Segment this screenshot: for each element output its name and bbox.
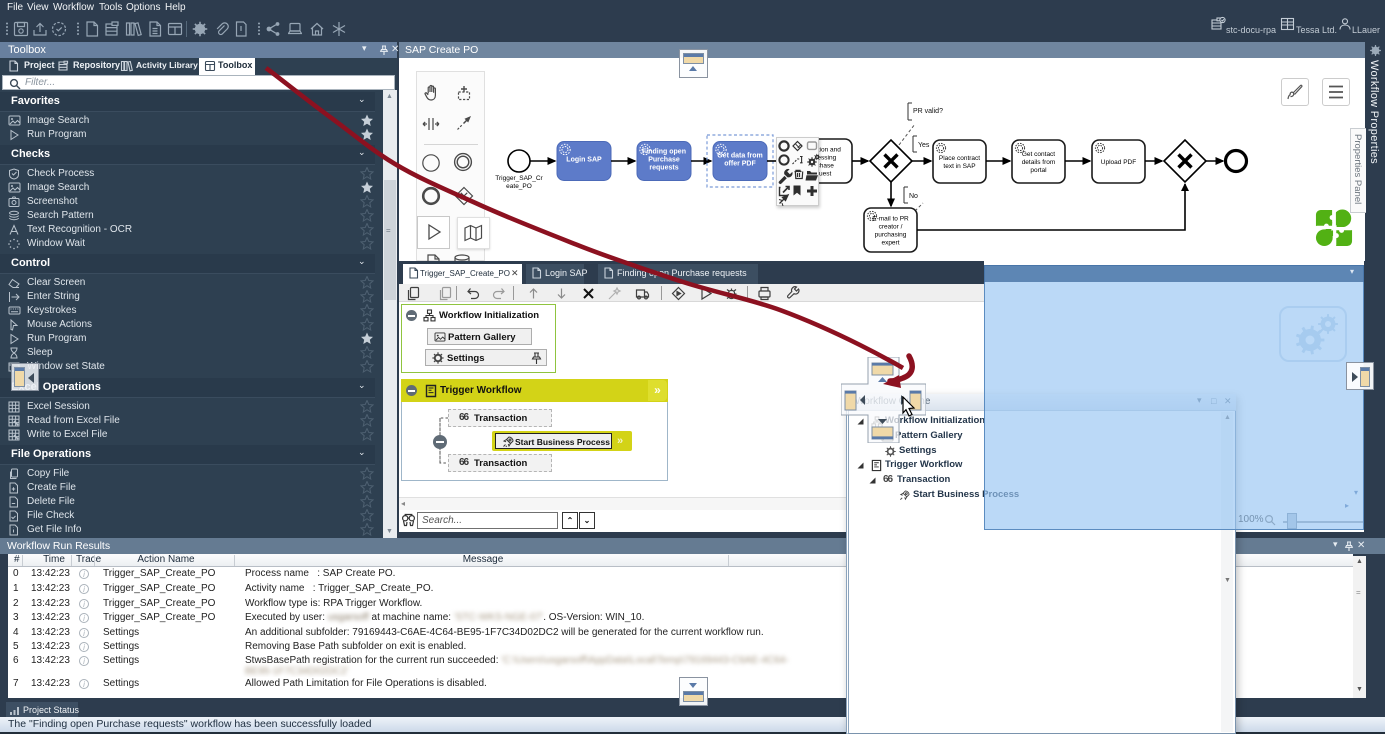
svg-text:Finding open: Finding open <box>642 149 686 156</box>
svg-text:Trigger_SAP_Cr: Trigger_SAP_Cr <box>495 175 543 182</box>
svg-text:requests: requests <box>649 165 678 172</box>
svg-text:No: No <box>909 193 918 200</box>
svg-text:E-mail to PR: E-mail to PR <box>872 216 909 223</box>
svg-text:Get data from: Get data from <box>717 153 763 160</box>
svg-text:Get contact: Get contact <box>1022 151 1055 158</box>
svg-text:purchasing: purchasing <box>875 232 907 239</box>
svg-text:offer PDF: offer PDF <box>724 161 756 168</box>
svg-text:expert: expert <box>881 240 899 247</box>
svg-text:creator /: creator / <box>879 224 903 231</box>
svg-text:details from: details from <box>1022 159 1056 166</box>
svg-text:text in SAP: text in SAP <box>943 163 975 170</box>
svg-text:Upload PDF: Upload PDF <box>1101 159 1136 166</box>
svg-text:Yes: Yes <box>918 142 930 149</box>
svg-text:Login SAP: Login SAP <box>566 157 602 164</box>
svg-text:eate_PO: eate_PO <box>506 183 532 190</box>
svg-text:Purchase: Purchase <box>648 157 680 164</box>
svg-text:portal: portal <box>1030 167 1047 174</box>
svg-text:PR valid?: PR valid? <box>913 108 943 115</box>
svg-text:Place contract: Place contract <box>939 155 980 162</box>
